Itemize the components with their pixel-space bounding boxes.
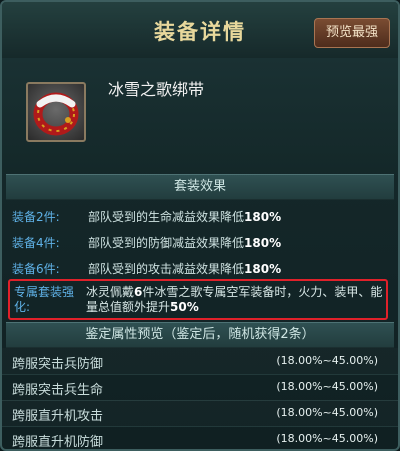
set-effect-label: 装备2件:: [12, 210, 60, 224]
set-effect-row: 装备2件: 部队受到的生命减益效果降低180%: [12, 205, 392, 227]
title-bar: 装备详情 预览最强: [2, 2, 398, 59]
appraisal-header: 鉴定属性预览（鉴定后，随机获得2条）: [6, 322, 394, 348]
item-name: 冰雪之歌绑带: [108, 80, 205, 99]
exclusive-set-bonus: 专属套装强化: 冰灵佩戴6件冰雪之歌专属空军装备时，火力、装甲、能量总值额外提升…: [8, 279, 388, 320]
item-icon-frame[interactable]: [26, 82, 86, 142]
set-effect-row: 装备6件: 部队受到的攻击减益效果降低180%: [12, 257, 392, 279]
set-effect-desc: 部队受到的防御减益效果降低180%: [88, 236, 282, 250]
set-effect-label: 装备6件:: [12, 262, 60, 276]
set-effect-desc: 部队受到的攻击减益效果降低180%: [88, 262, 282, 276]
exclusive-desc: 冰灵佩戴6件冰雪之歌专属空军装备时，火力、装甲、能量总值额外提升50%: [86, 285, 383, 314]
attribute-range: (18.00%~45.00%): [276, 354, 378, 367]
attribute-range: (18.00%~45.00%): [276, 380, 378, 393]
attribute-range: (18.00%~45.00%): [276, 432, 378, 445]
red-ring-band-icon: [33, 92, 79, 136]
preview-strongest-button[interactable]: 预览最强: [314, 18, 390, 48]
set-effect-desc: 部队受到的生命减益效果降低180%: [88, 210, 282, 224]
set-effect-label: 装备4件:: [12, 236, 60, 250]
attribute-row: 跨服直升机攻击 (18.00%~45.00%): [2, 400, 398, 427]
attribute-range: (18.00%~45.00%): [276, 406, 378, 419]
item-info: 冰雪之歌绑带: [2, 58, 398, 172]
attribute-name: 跨服突击兵防御: [12, 357, 104, 372]
attribute-row: 跨服突击兵生命 (18.00%~45.00%): [2, 374, 398, 401]
appraisal-list: 跨服突击兵防御 (18.00%~45.00%) 跨服突击兵生命 (18.00%~…: [2, 348, 398, 450]
attribute-row: 跨服直升机防御 (18.00%~45.00%): [2, 426, 398, 450]
attribute-row: 跨服突击兵防御 (18.00%~45.00%): [2, 348, 398, 375]
set-effect-header: 套装效果: [6, 174, 394, 200]
attribute-name: 跨服突击兵生命: [12, 383, 104, 398]
equipment-detail-panel: 装备详情 预览最强 冰雪之歌绑带 套装效果 装备2件: 部队受到的生命减益效果降…: [0, 0, 400, 451]
attribute-name: 跨服直升机防御: [12, 435, 104, 450]
attribute-name: 跨服直升机攻击: [12, 409, 104, 424]
set-effect-row: 装备4件: 部队受到的防御减益效果降低180%: [12, 231, 392, 253]
exclusive-label: 专属套装强化:: [14, 285, 75, 314]
